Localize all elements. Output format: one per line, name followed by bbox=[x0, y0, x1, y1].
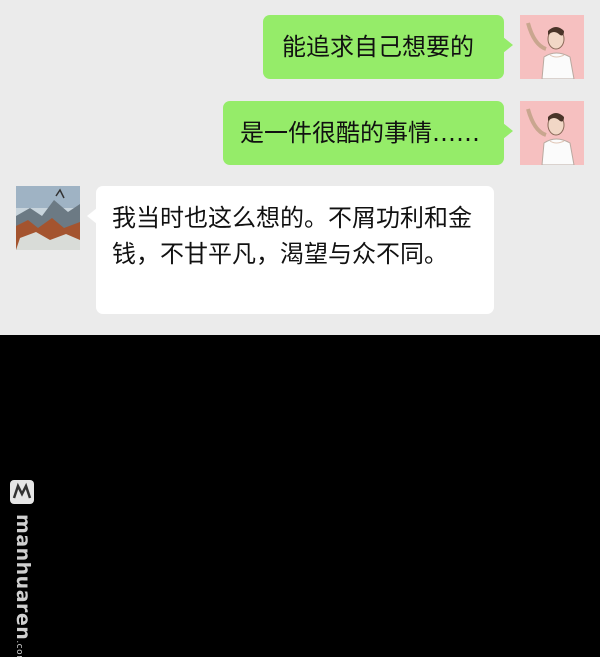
landscape-painting-icon bbox=[16, 186, 80, 250]
watermark-suffix: .com bbox=[14, 640, 24, 657]
user-avatar[interactable] bbox=[520, 101, 584, 165]
watermark-brand: manhuaren bbox=[12, 514, 34, 641]
chat-conversation: 能追求自己想要的 是一件很酷的事情…… 我当时也这么想的。不屑功利和金钱，不甘平… bbox=[0, 0, 600, 335]
user-avatar[interactable] bbox=[520, 15, 584, 79]
manhuaren-logo-icon bbox=[10, 480, 34, 504]
woman-portrait-icon bbox=[520, 15, 584, 79]
contact-avatar[interactable] bbox=[16, 186, 80, 250]
message-text: 能追求自己想要的 bbox=[282, 33, 474, 61]
message-bubble-other[interactable]: 我当时也这么想的。不屑功利和金钱，不甘平凡，渴望与众不同。 bbox=[87, 186, 494, 314]
message-text: 我当时也这么想的。不屑功利和金钱，不甘平凡，渴望与众不同。 bbox=[112, 204, 472, 268]
message-bubble-self[interactable]: 是一件很酷的事情…… bbox=[223, 101, 513, 165]
woman-portrait-icon bbox=[520, 101, 584, 165]
site-watermark: manhuaren.com bbox=[8, 478, 38, 657]
message-bubble-self[interactable]: 能追求自己想要的 bbox=[263, 15, 513, 79]
message-text: 是一件很酷的事情…… bbox=[240, 119, 480, 147]
